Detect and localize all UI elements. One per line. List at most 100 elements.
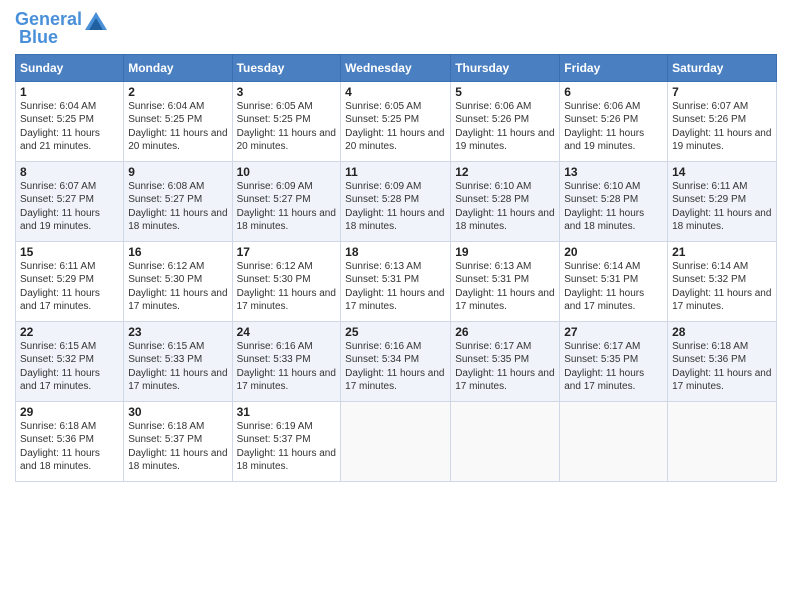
day-cell: 4 Sunrise: 6:05 AMSunset: 5:25 PMDayligh… [341,81,451,161]
day-number: 16 [128,245,227,259]
day-number: 7 [672,85,772,99]
day-info: Sunrise: 6:19 AMSunset: 5:37 PMDaylight:… [237,421,336,473]
weekday-header-tuesday: Tuesday [232,54,341,81]
day-info: Sunrise: 6:10 AMSunset: 5:28 PMDaylight:… [564,181,644,233]
day-number: 30 [128,405,227,419]
day-cell [451,401,560,481]
day-info: Sunrise: 6:07 AMSunset: 5:26 PMDaylight:… [672,101,771,153]
weekday-header-sunday: Sunday [16,54,124,81]
page-container: General Blue SundayMondayTuesdayWednesda… [0,0,792,487]
day-info: Sunrise: 6:16 AMSunset: 5:33 PMDaylight:… [237,341,336,393]
logo-icon [85,12,107,30]
day-cell: 25 Sunrise: 6:16 AMSunset: 5:34 PMDaylig… [341,321,451,401]
day-cell: 19 Sunrise: 6:13 AMSunset: 5:31 PMDaylig… [451,241,560,321]
day-cell: 1 Sunrise: 6:04 AMSunset: 5:25 PMDayligh… [16,81,124,161]
day-cell [560,401,668,481]
day-number: 21 [672,245,772,259]
day-info: Sunrise: 6:12 AMSunset: 5:30 PMDaylight:… [128,261,227,313]
day-info: Sunrise: 6:04 AMSunset: 5:25 PMDaylight:… [128,101,227,153]
day-info: Sunrise: 6:06 AMSunset: 5:26 PMDaylight:… [564,101,644,153]
day-info: Sunrise: 6:18 AMSunset: 5:36 PMDaylight:… [20,421,100,473]
day-cell [341,401,451,481]
week-row-1: 1 Sunrise: 6:04 AMSunset: 5:25 PMDayligh… [16,81,777,161]
weekday-header-friday: Friday [560,54,668,81]
day-info: Sunrise: 6:11 AMSunset: 5:29 PMDaylight:… [20,261,100,313]
day-number: 28 [672,325,772,339]
day-cell: 29 Sunrise: 6:18 AMSunset: 5:36 PMDaylig… [16,401,124,481]
day-info: Sunrise: 6:14 AMSunset: 5:32 PMDaylight:… [672,261,771,313]
day-cell: 9 Sunrise: 6:08 AMSunset: 5:27 PMDayligh… [124,161,232,241]
day-cell [668,401,777,481]
day-cell: 20 Sunrise: 6:14 AMSunset: 5:31 PMDaylig… [560,241,668,321]
day-info: Sunrise: 6:09 AMSunset: 5:28 PMDaylight:… [345,181,444,233]
day-info: Sunrise: 6:10 AMSunset: 5:28 PMDaylight:… [455,181,554,233]
weekday-header-row: SundayMondayTuesdayWednesdayThursdayFrid… [16,54,777,81]
day-number: 23 [128,325,227,339]
weekday-header-monday: Monday [124,54,232,81]
day-number: 5 [455,85,555,99]
day-cell: 7 Sunrise: 6:07 AMSunset: 5:26 PMDayligh… [668,81,777,161]
day-number: 22 [20,325,119,339]
logo-text-blue: Blue [19,28,58,48]
day-cell: 6 Sunrise: 6:06 AMSunset: 5:26 PMDayligh… [560,81,668,161]
day-cell: 27 Sunrise: 6:17 AMSunset: 5:35 PMDaylig… [560,321,668,401]
day-cell: 22 Sunrise: 6:15 AMSunset: 5:32 PMDaylig… [16,321,124,401]
day-number: 4 [345,85,446,99]
day-number: 31 [237,405,337,419]
day-cell: 14 Sunrise: 6:11 AMSunset: 5:29 PMDaylig… [668,161,777,241]
day-info: Sunrise: 6:11 AMSunset: 5:29 PMDaylight:… [672,181,771,233]
day-info: Sunrise: 6:12 AMSunset: 5:30 PMDaylight:… [237,261,336,313]
day-number: 3 [237,85,337,99]
day-cell: 12 Sunrise: 6:10 AMSunset: 5:28 PMDaylig… [451,161,560,241]
day-cell: 24 Sunrise: 6:16 AMSunset: 5:33 PMDaylig… [232,321,341,401]
day-number: 15 [20,245,119,259]
day-cell: 13 Sunrise: 6:10 AMSunset: 5:28 PMDaylig… [560,161,668,241]
day-cell: 3 Sunrise: 6:05 AMSunset: 5:25 PMDayligh… [232,81,341,161]
day-cell: 11 Sunrise: 6:09 AMSunset: 5:28 PMDaylig… [341,161,451,241]
day-info: Sunrise: 6:06 AMSunset: 5:26 PMDaylight:… [455,101,554,153]
day-cell: 28 Sunrise: 6:18 AMSunset: 5:36 PMDaylig… [668,321,777,401]
day-number: 14 [672,165,772,179]
day-number: 27 [564,325,663,339]
day-number: 29 [20,405,119,419]
day-info: Sunrise: 6:18 AMSunset: 5:36 PMDaylight:… [672,341,771,393]
day-cell: 2 Sunrise: 6:04 AMSunset: 5:25 PMDayligh… [124,81,232,161]
day-cell: 17 Sunrise: 6:12 AMSunset: 5:30 PMDaylig… [232,241,341,321]
weekday-header-wednesday: Wednesday [341,54,451,81]
day-cell: 30 Sunrise: 6:18 AMSunset: 5:37 PMDaylig… [124,401,232,481]
day-number: 11 [345,165,446,179]
day-info: Sunrise: 6:05 AMSunset: 5:25 PMDaylight:… [345,101,444,153]
day-number: 1 [20,85,119,99]
day-info: Sunrise: 6:13 AMSunset: 5:31 PMDaylight:… [345,261,444,313]
day-info: Sunrise: 6:14 AMSunset: 5:31 PMDaylight:… [564,261,644,313]
weekday-header-thursday: Thursday [451,54,560,81]
day-info: Sunrise: 6:18 AMSunset: 5:37 PMDaylight:… [128,421,227,473]
week-row-4: 22 Sunrise: 6:15 AMSunset: 5:32 PMDaylig… [16,321,777,401]
day-cell: 15 Sunrise: 6:11 AMSunset: 5:29 PMDaylig… [16,241,124,321]
day-info: Sunrise: 6:07 AMSunset: 5:27 PMDaylight:… [20,181,100,233]
day-info: Sunrise: 6:13 AMSunset: 5:31 PMDaylight:… [455,261,554,313]
day-info: Sunrise: 6:17 AMSunset: 5:35 PMDaylight:… [455,341,554,393]
day-info: Sunrise: 6:16 AMSunset: 5:34 PMDaylight:… [345,341,444,393]
day-number: 18 [345,245,446,259]
weekday-header-saturday: Saturday [668,54,777,81]
day-cell: 18 Sunrise: 6:13 AMSunset: 5:31 PMDaylig… [341,241,451,321]
day-info: Sunrise: 6:04 AMSunset: 5:25 PMDaylight:… [20,101,100,153]
day-info: Sunrise: 6:15 AMSunset: 5:33 PMDaylight:… [128,341,227,393]
day-number: 19 [455,245,555,259]
day-cell: 26 Sunrise: 6:17 AMSunset: 5:35 PMDaylig… [451,321,560,401]
week-row-5: 29 Sunrise: 6:18 AMSunset: 5:36 PMDaylig… [16,401,777,481]
day-number: 9 [128,165,227,179]
day-number: 8 [20,165,119,179]
day-number: 20 [564,245,663,259]
day-number: 24 [237,325,337,339]
day-cell: 5 Sunrise: 6:06 AMSunset: 5:26 PMDayligh… [451,81,560,161]
day-cell: 23 Sunrise: 6:15 AMSunset: 5:33 PMDaylig… [124,321,232,401]
day-number: 13 [564,165,663,179]
calendar-table: SundayMondayTuesdayWednesdayThursdayFrid… [15,54,777,482]
day-info: Sunrise: 6:09 AMSunset: 5:27 PMDaylight:… [237,181,336,233]
day-number: 6 [564,85,663,99]
day-cell: 21 Sunrise: 6:14 AMSunset: 5:32 PMDaylig… [668,241,777,321]
day-cell: 10 Sunrise: 6:09 AMSunset: 5:27 PMDaylig… [232,161,341,241]
week-row-3: 15 Sunrise: 6:11 AMSunset: 5:29 PMDaylig… [16,241,777,321]
